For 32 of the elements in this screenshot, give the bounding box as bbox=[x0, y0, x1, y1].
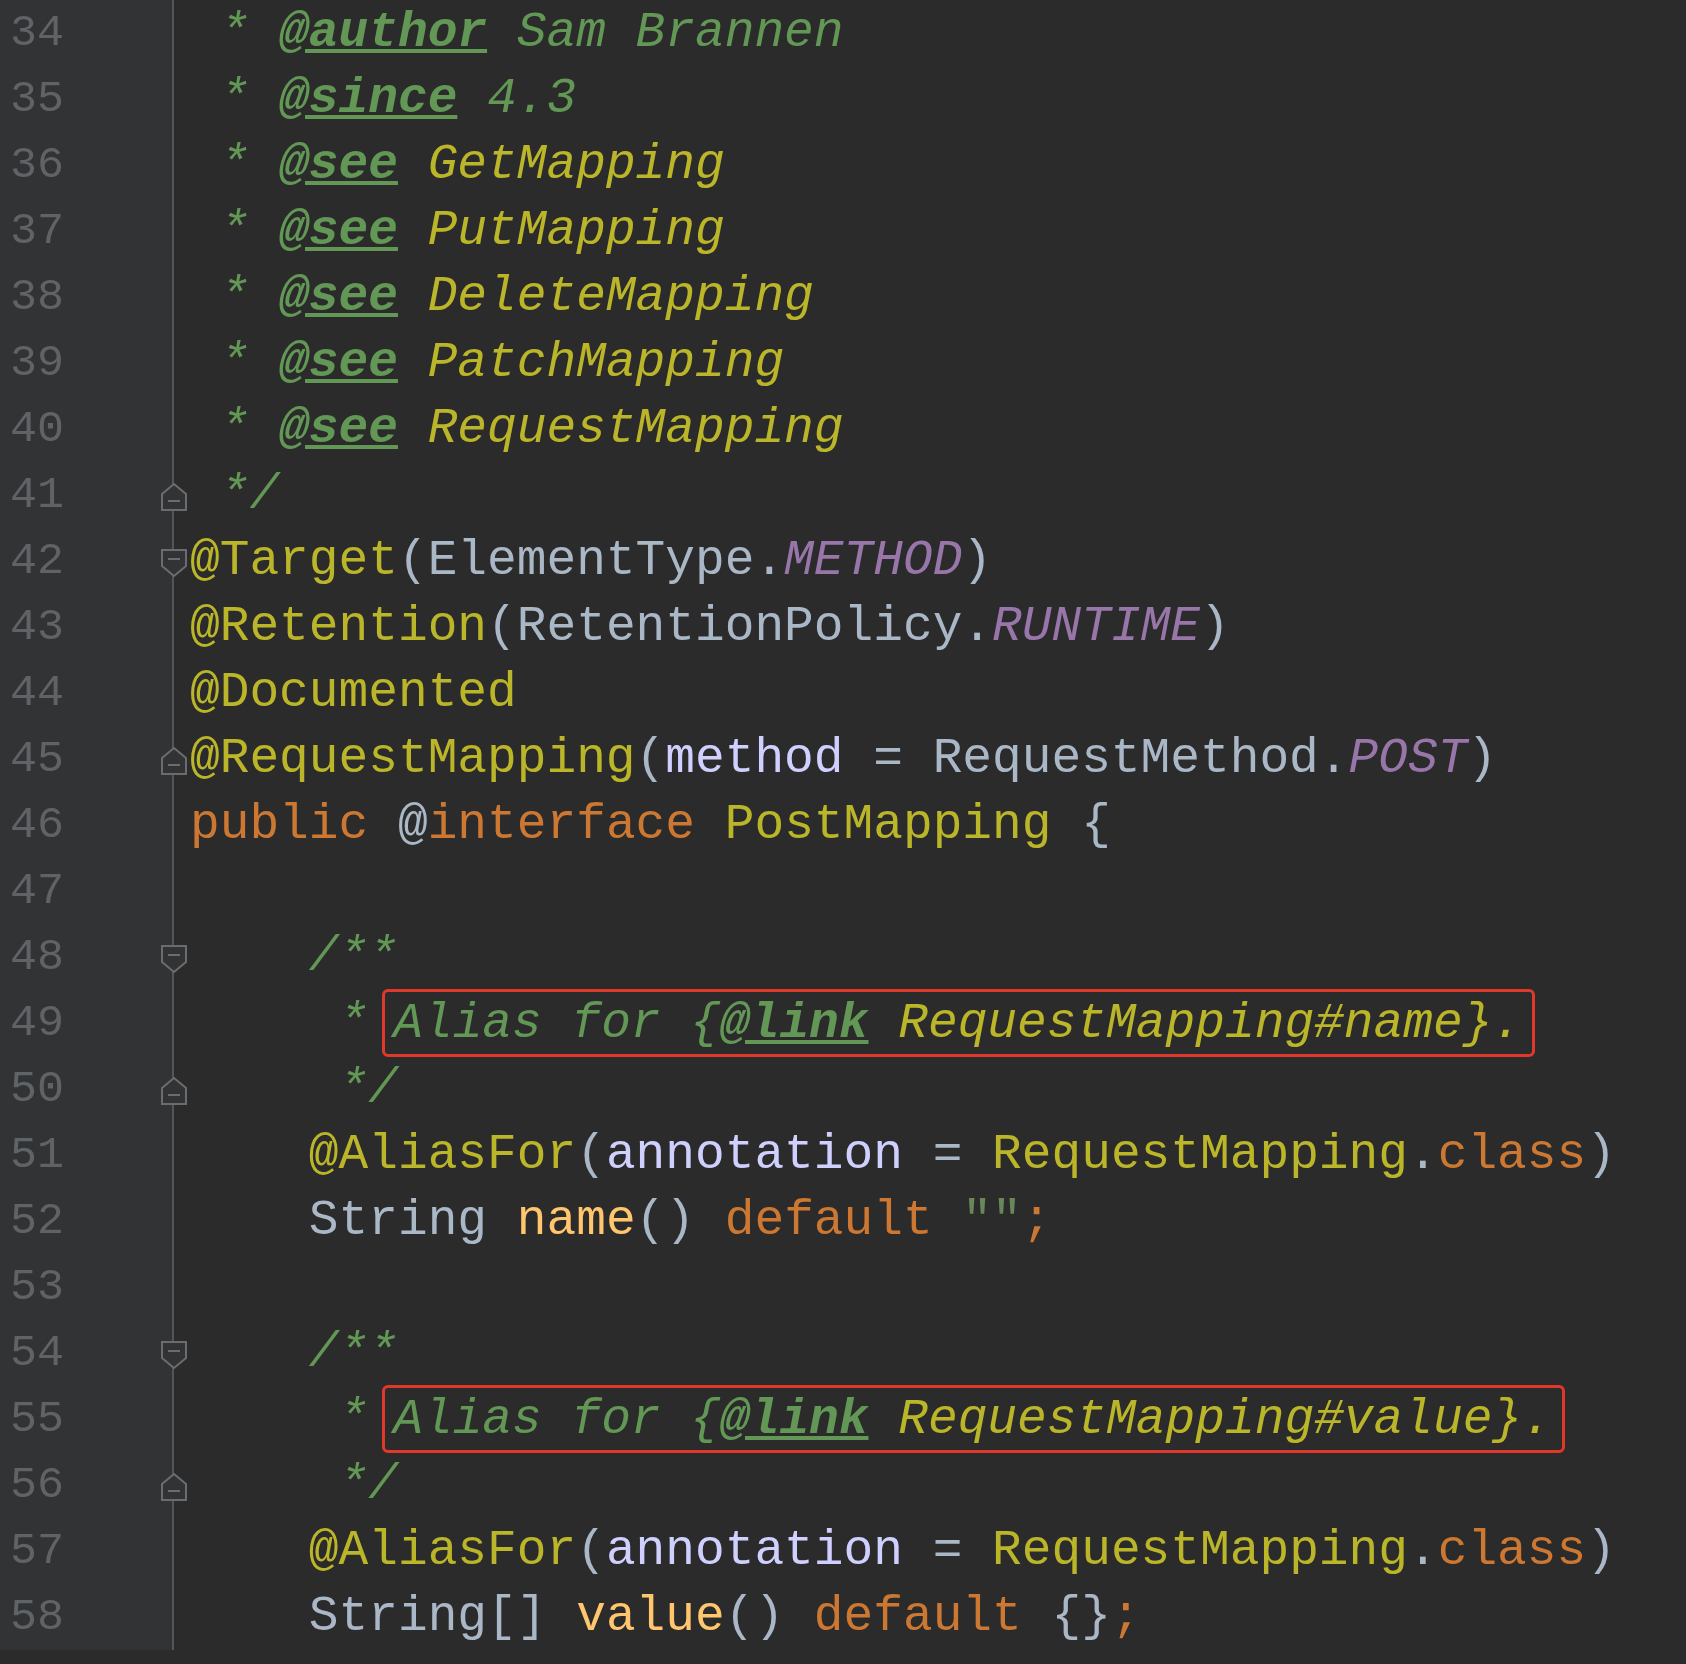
code-line: String name() default ""; bbox=[307, 1192, 1052, 1251]
code-line: */ bbox=[337, 1456, 398, 1515]
code-line: */ bbox=[337, 1060, 398, 1119]
code-line: String[] value() default {}; bbox=[307, 1588, 1141, 1647]
code-line: @Documented bbox=[190, 664, 517, 723]
code-line: @Retention(RetentionPolicy.RUNTIME) bbox=[190, 598, 1230, 657]
code-line: * @see PutMapping bbox=[218, 202, 725, 261]
highlight-box: Alias for {@link RequestMapping#name}. bbox=[382, 989, 1536, 1057]
code-line: * @see RequestMapping bbox=[218, 400, 844, 459]
code-line: @RequestMapping(method = RequestMethod.POST) bbox=[190, 730, 1498, 789]
code-line: * @see PatchMapping bbox=[218, 334, 785, 393]
code-line: * bbox=[337, 1390, 369, 1449]
code-line: public @interface PostMapping { bbox=[190, 796, 1111, 855]
code-line: */ bbox=[218, 466, 280, 525]
fold-icon[interactable] bbox=[160, 1340, 188, 1370]
fold-icon[interactable] bbox=[160, 944, 188, 974]
fold-icon[interactable] bbox=[160, 1472, 188, 1502]
highlight-box: Alias for {@link RequestMapping#value}. bbox=[382, 1385, 1565, 1453]
fold-icon[interactable] bbox=[160, 548, 188, 578]
code-line: * @since 4.3 bbox=[218, 70, 577, 129]
code-line: * bbox=[337, 994, 369, 1053]
code-line: @AliasFor(annotation = RequestMapping.class) bbox=[307, 1126, 1616, 1185]
code-line: /** bbox=[307, 928, 398, 987]
code-line: * @author Sam Brannen bbox=[218, 4, 844, 63]
fold-icon[interactable] bbox=[160, 746, 188, 776]
fold-icon[interactable] bbox=[160, 1076, 188, 1106]
code-line: /** bbox=[307, 1324, 398, 1383]
code-line: @Target(ElementType.METHOD) bbox=[190, 532, 993, 591]
fold-icon[interactable] bbox=[160, 482, 188, 512]
code-line: * @see DeleteMapping bbox=[218, 268, 814, 327]
code-line: @AliasFor(annotation = RequestMapping.class) bbox=[307, 1522, 1616, 1581]
code-line: * @see GetMapping bbox=[218, 136, 725, 195]
